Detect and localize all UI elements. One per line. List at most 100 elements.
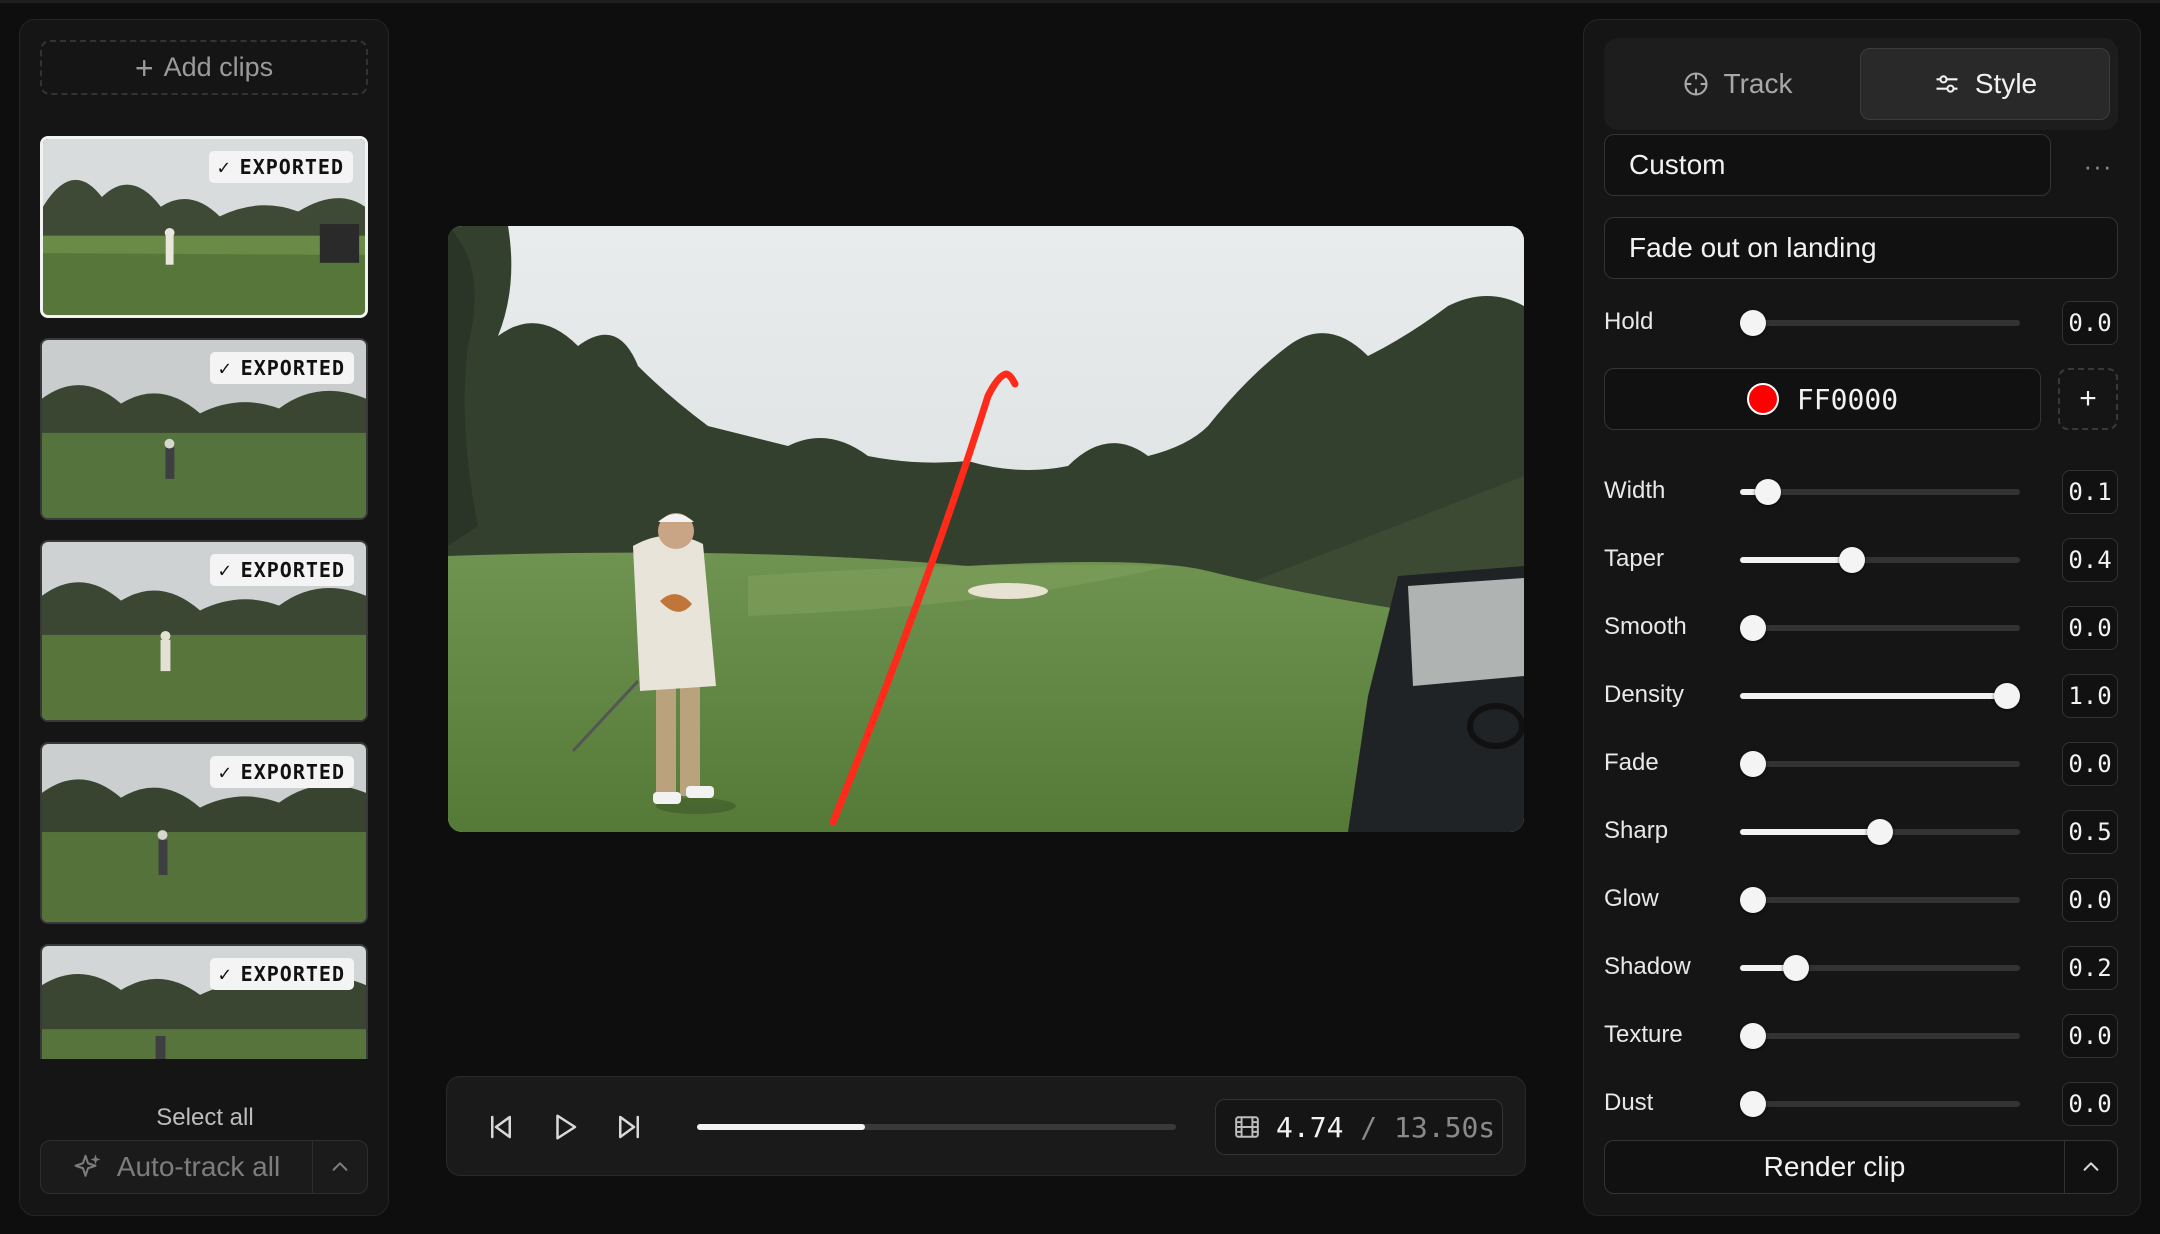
color-picker-button[interactable]: FF0000 bbox=[1604, 368, 2041, 430]
tab-style[interactable]: Style bbox=[1860, 48, 2110, 120]
sharp-label: Sharp bbox=[1604, 817, 1669, 844]
texture-label: Texture bbox=[1604, 1021, 1683, 1048]
sliders-icon bbox=[1936, 75, 1958, 93]
clip-thumbnail[interactable]: ✓ EXPORTED bbox=[40, 136, 368, 318]
auto-track-control: Auto-track all bbox=[40, 1140, 368, 1194]
render-clip-button[interactable]: Render clip bbox=[1605, 1141, 2065, 1193]
auto-track-all-button[interactable]: Auto-track all bbox=[41, 1141, 313, 1193]
smooth-row: Smooth 0.0 bbox=[1604, 606, 2118, 650]
clip-thumbnail[interactable]: ✓ EXPORTED bbox=[40, 540, 368, 722]
slider-knob[interactable] bbox=[1740, 751, 1766, 777]
slider-knob[interactable] bbox=[1740, 1091, 1766, 1117]
sparkle-icon bbox=[74, 1154, 101, 1177]
time-display[interactable]: 4.74 / 13.50s bbox=[1215, 1099, 1503, 1155]
render-options-button[interactable] bbox=[2065, 1141, 2117, 1193]
texture-value[interactable]: 0.0 bbox=[2062, 1014, 2118, 1058]
tab-track[interactable]: Track bbox=[1612, 48, 1862, 120]
skip-forward-icon bbox=[619, 1115, 639, 1139]
glow-label: Glow bbox=[1604, 885, 1659, 912]
check-icon: ✓ bbox=[218, 962, 232, 986]
glow-row: Glow 0.0 bbox=[1604, 878, 2118, 922]
crosshair-icon bbox=[1683, 72, 1708, 96]
fade-label: Fade bbox=[1604, 749, 1659, 776]
slider-knob[interactable] bbox=[1740, 615, 1766, 641]
clip-thumbnail[interactable]: ✓ EXPORTED bbox=[40, 944, 368, 1059]
check-icon: ✓ bbox=[218, 558, 232, 582]
smooth-slider[interactable] bbox=[1740, 615, 2020, 641]
video-preview[interactable] bbox=[448, 226, 1524, 832]
slider-knob[interactable] bbox=[1740, 887, 1766, 913]
slider-knob[interactable] bbox=[1867, 819, 1893, 845]
clip-thumbnail[interactable]: ✓ EXPORTED bbox=[40, 338, 368, 520]
slider-knob[interactable] bbox=[1755, 479, 1781, 505]
smooth-value[interactable]: 0.0 bbox=[2062, 606, 2118, 650]
smooth-label: Smooth bbox=[1604, 613, 1687, 640]
timeline-scrubber[interactable] bbox=[697, 1124, 1176, 1130]
slider-knob[interactable] bbox=[1740, 1023, 1766, 1049]
slider-fill bbox=[1740, 829, 1880, 835]
taper-slider[interactable] bbox=[1740, 547, 2020, 573]
current-time: 4.74 bbox=[1276, 1110, 1344, 1144]
add-color-button[interactable]: + bbox=[2058, 368, 2118, 430]
play-button[interactable] bbox=[545, 1107, 585, 1147]
fade-option-select[interactable]: Fade out on landing bbox=[1604, 217, 2118, 279]
dust-value[interactable]: 0.0 bbox=[2062, 1082, 2118, 1126]
slider-knob[interactable] bbox=[1994, 683, 2020, 709]
timeline-progress bbox=[697, 1124, 865, 1130]
badge-label: EXPORTED bbox=[240, 760, 345, 784]
preset-select[interactable]: Custom bbox=[1604, 134, 2051, 196]
shadow-value[interactable]: 0.2 bbox=[2062, 946, 2118, 990]
width-slider[interactable] bbox=[1740, 479, 2020, 505]
taper-row: Taper 0.4 bbox=[1604, 538, 2118, 582]
slider-knob[interactable] bbox=[1839, 547, 1865, 573]
fade-value[interactable]: 0.0 bbox=[2062, 742, 2118, 786]
width-label: Width bbox=[1604, 477, 1666, 504]
select-all-link[interactable]: Select all bbox=[20, 1104, 390, 1132]
auto-track-label: Auto-track all bbox=[116, 1151, 281, 1182]
hold-value[interactable]: 0.0 bbox=[2062, 301, 2118, 345]
hold-slider[interactable] bbox=[1740, 310, 2020, 336]
clip-thumbnail[interactable]: ✓ EXPORTED bbox=[40, 742, 368, 924]
hold-row: Hold 0.0 bbox=[1604, 301, 2118, 345]
glow-slider[interactable] bbox=[1740, 887, 2020, 913]
slider-fill bbox=[1740, 557, 1852, 563]
texture-row: Texture 0.0 bbox=[1604, 1014, 2118, 1058]
dust-label: Dust bbox=[1604, 1089, 1654, 1116]
clip-list[interactable]: ✓ EXPORTED ✓ EXPORTED ✓ EXPORTED ✓ EXPOR… bbox=[40, 116, 370, 1059]
sharp-row: Sharp 0.5 bbox=[1604, 810, 2118, 854]
sharp-slider[interactable] bbox=[1740, 819, 2020, 845]
exported-badge: ✓ EXPORTED bbox=[209, 554, 354, 586]
color-swatch bbox=[1746, 383, 1779, 415]
width-value[interactable]: 0.1 bbox=[2062, 470, 2118, 514]
slider-knob[interactable] bbox=[1783, 955, 1809, 981]
more-options-button[interactable]: ··· bbox=[2078, 146, 2118, 186]
check-icon: ✓ bbox=[218, 760, 232, 784]
check-icon: ✓ bbox=[217, 155, 231, 179]
chevron-up-icon bbox=[332, 1162, 348, 1171]
skip-back-icon bbox=[491, 1115, 511, 1139]
add-clips-button[interactable]: + Add clips bbox=[40, 40, 368, 95]
video-frame bbox=[448, 226, 1524, 832]
sharp-value[interactable]: 0.5 bbox=[2062, 810, 2118, 854]
clips-panel: + Add clips ✓ EXPORTED ✓ EXPORTED ✓ EXPO… bbox=[19, 19, 389, 1216]
fade-row: Fade 0.0 bbox=[1604, 742, 2118, 786]
texture-slider[interactable] bbox=[1740, 1023, 2020, 1049]
taper-label: Taper bbox=[1604, 545, 1665, 572]
auto-track-options-button[interactable] bbox=[313, 1141, 367, 1193]
tab-style-label: Style bbox=[1974, 68, 2038, 99]
exported-badge: ✓ EXPORTED bbox=[209, 352, 354, 384]
dust-row: Dust 0.0 bbox=[1604, 1082, 2118, 1126]
badge-label: EXPORTED bbox=[240, 962, 345, 986]
skip-back-button[interactable] bbox=[481, 1107, 521, 1147]
glow-value[interactable]: 0.0 bbox=[2062, 878, 2118, 922]
skip-forward-button[interactable] bbox=[609, 1107, 649, 1147]
taper-value[interactable]: 0.4 bbox=[2062, 538, 2118, 582]
plus-icon: + bbox=[134, 49, 154, 86]
slider-knob[interactable] bbox=[1740, 310, 1766, 336]
shadow-slider[interactable] bbox=[1740, 955, 2020, 981]
density-value[interactable]: 1.0 bbox=[2062, 674, 2118, 718]
dust-slider[interactable] bbox=[1740, 1091, 2020, 1117]
density-slider[interactable] bbox=[1740, 683, 2020, 709]
add-clips-label: Add clips bbox=[163, 52, 274, 82]
fade-slider[interactable] bbox=[1740, 751, 2020, 777]
